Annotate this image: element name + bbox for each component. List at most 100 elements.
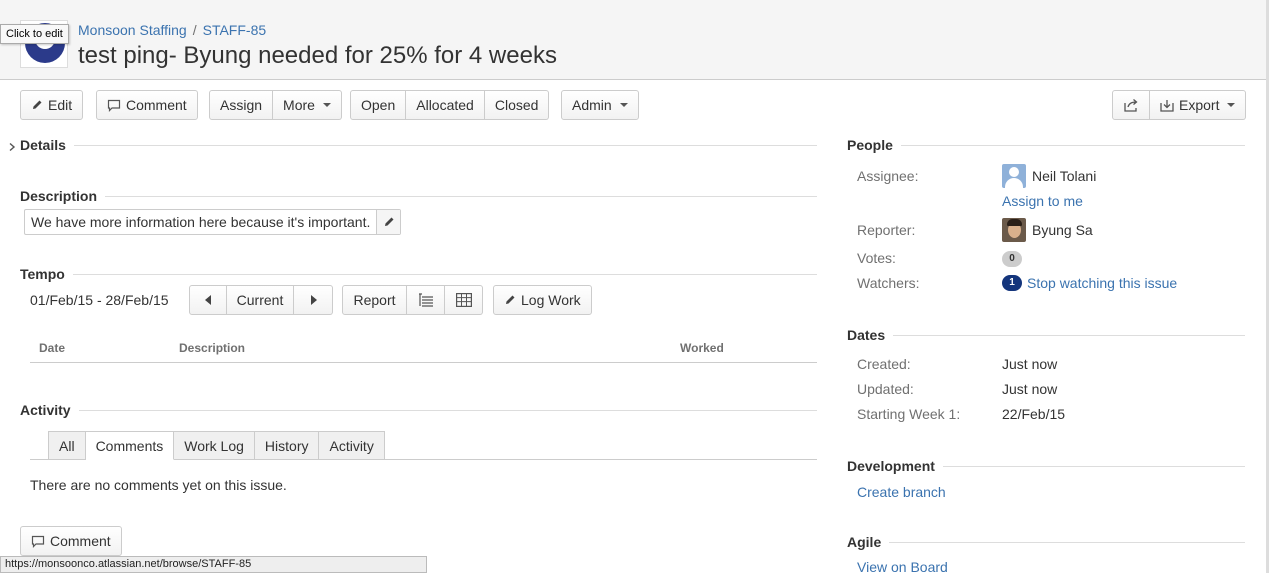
share-icon	[1123, 98, 1139, 112]
dates-heading-label: Dates	[847, 327, 886, 343]
activity-tabs: All Comments Work Log History Activity	[48, 431, 385, 460]
pencil-icon	[383, 216, 395, 228]
description-field[interactable]: We have more information here because it…	[24, 209, 402, 235]
watchers-count-badge[interactable]: 1	[1002, 275, 1022, 291]
people-heading-label: People	[847, 137, 893, 153]
section-divider	[72, 273, 817, 275]
tempo-heading-label: Tempo	[20, 266, 65, 282]
assign-button[interactable]: Assign	[209, 90, 274, 120]
section-divider	[105, 195, 817, 197]
list-tree-icon	[418, 293, 434, 307]
share-export-group: Export	[1112, 90, 1247, 120]
assign-more-group: Assign More	[209, 90, 342, 120]
watchers-label: Watchers:	[857, 275, 920, 291]
section-divider	[893, 334, 1245, 336]
admin-button-label: Admin	[572, 97, 612, 113]
pencil-icon	[31, 99, 43, 111]
votes-count-badge[interactable]: 0	[1002, 251, 1022, 267]
export-button-label: Export	[1179, 97, 1220, 113]
description-section-heading: Description	[20, 188, 817, 204]
description-text[interactable]: We have more information here because it…	[25, 210, 376, 234]
add-comment-label: Comment	[50, 533, 111, 549]
details-section-heading[interactable]: Details	[20, 137, 817, 153]
edit-button[interactable]: Edit	[20, 90, 84, 120]
activity-section-heading: Activity	[20, 402, 817, 418]
tab-comments[interactable]: Comments	[85, 431, 175, 460]
open-transition-button[interactable]: Open	[350, 90, 407, 120]
tab-work-log[interactable]: Work Log	[174, 431, 255, 460]
section-divider	[889, 541, 1245, 543]
grid-view-button[interactable]	[445, 285, 483, 315]
allocated-transition-button[interactable]: Allocated	[406, 90, 485, 120]
view-on-board-link[interactable]: View on Board	[857, 559, 948, 573]
add-comment-group: Comment	[20, 526, 122, 556]
votes-label: Votes:	[857, 250, 896, 266]
more-button-label: More	[283, 97, 315, 113]
comment-button[interactable]: Comment	[96, 90, 198, 120]
breadcrumb-project-link[interactable]: Monsoon Staffing	[78, 22, 187, 38]
tab-history[interactable]: History	[254, 431, 320, 460]
reporter-value[interactable]: Byung Sa	[1002, 218, 1093, 242]
votes-value: 0	[1002, 251, 1022, 267]
admin-button[interactable]: Admin	[561, 90, 639, 120]
column-header-description[interactable]: Description	[179, 341, 245, 355]
section-divider	[78, 409, 817, 411]
assignee-name[interactable]: Neil Tolani	[1032, 168, 1096, 184]
development-heading-label: Development	[847, 458, 935, 474]
tab-all[interactable]: All	[48, 431, 86, 460]
triangle-right-icon	[310, 295, 317, 305]
current-period-button[interactable]: Current	[227, 285, 294, 315]
browser-status-bar-url: https://monsoonco.atlassian.net/browse/S…	[0, 556, 427, 573]
development-section-heading: Development	[847, 458, 1245, 474]
log-work-label: Log Work	[521, 292, 581, 308]
tempo-section-heading: Tempo	[20, 266, 817, 282]
click-to-edit-tooltip: Click to edit	[0, 24, 69, 44]
chevron-right-icon[interactable]	[8, 139, 16, 155]
log-work-group: Log Work	[493, 285, 592, 315]
create-branch-link[interactable]: Create branch	[857, 484, 946, 500]
tempo-period-nav: Current	[189, 285, 333, 315]
add-comment-button[interactable]: Comment	[20, 526, 122, 556]
stop-watching-link[interactable]: Stop watching this issue	[1027, 275, 1177, 291]
reporter-avatar	[1002, 218, 1026, 242]
more-button[interactable]: More	[273, 90, 342, 120]
reporter-name[interactable]: Byung Sa	[1032, 222, 1093, 238]
section-divider	[73, 144, 817, 146]
report-button[interactable]: Report	[342, 285, 407, 315]
column-header-date[interactable]: Date	[39, 341, 65, 355]
dropdown-caret-icon	[322, 103, 331, 107]
breadcrumb: Monsoon Staffing / STAFF-85	[78, 22, 266, 38]
updated-value: Just now	[1002, 381, 1058, 397]
previous-period-button[interactable]	[189, 285, 227, 315]
assign-to-me-link[interactable]: Assign to me	[1002, 193, 1083, 209]
next-period-button[interactable]	[294, 285, 333, 315]
column-header-worked[interactable]: Worked	[680, 341, 724, 355]
description-heading-label: Description	[20, 188, 98, 204]
agile-heading-label: Agile	[847, 534, 882, 550]
created-label: Created:	[857, 356, 911, 372]
issue-title[interactable]: test ping- Byung needed for 25% for 4 we…	[78, 42, 557, 70]
created-value: Just now	[1002, 356, 1058, 372]
assignee-label: Assignee:	[857, 168, 919, 184]
export-button[interactable]: Export	[1150, 90, 1247, 120]
dropdown-caret-icon	[1227, 103, 1236, 107]
description-edit-button[interactable]	[376, 210, 401, 234]
comment-icon	[107, 99, 121, 112]
log-work-button[interactable]: Log Work	[493, 285, 592, 315]
details-heading-label: Details	[20, 137, 66, 153]
workflow-button-group: Open Allocated Closed	[350, 90, 550, 120]
closed-transition-button[interactable]: Closed	[484, 90, 550, 120]
edit-button-label: Edit	[48, 97, 73, 113]
assignee-value[interactable]: Neil Tolani	[1002, 164, 1096, 188]
share-button[interactable]	[1112, 90, 1150, 120]
breadcrumb-issue-key-link[interactable]: STAFF-85	[203, 22, 267, 38]
download-icon	[1160, 99, 1174, 112]
reporter-label: Reporter:	[857, 222, 916, 238]
pencil-icon	[504, 294, 516, 306]
tempo-date-range: 01/Feb/15 - 28/Feb/15	[30, 292, 169, 308]
assign-to-me-row: Assign to me	[1002, 193, 1083, 209]
list-view-button[interactable]	[407, 285, 445, 315]
watchers-value: 1 Stop watching this issue	[1002, 275, 1177, 291]
tab-activity[interactable]: Activity	[319, 431, 385, 460]
tempo-report-group: Report	[342, 285, 483, 315]
